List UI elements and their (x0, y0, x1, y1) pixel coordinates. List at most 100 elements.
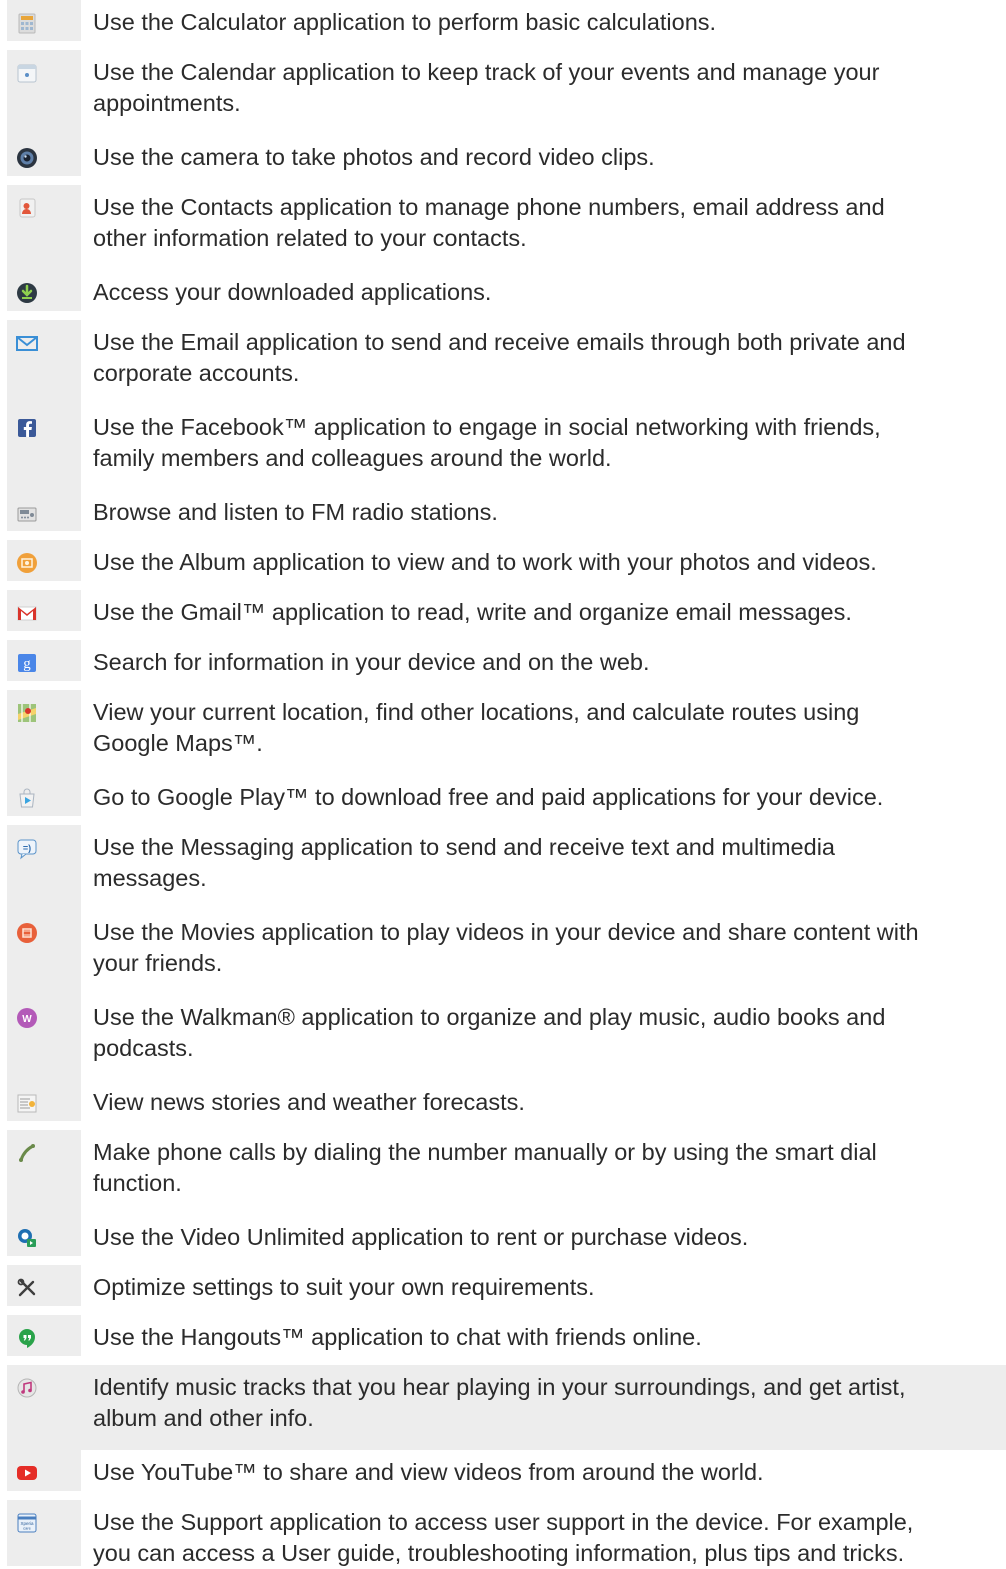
icon-cell (7, 1265, 81, 1306)
email-icon (14, 330, 40, 356)
fm-radio-icon (14, 500, 40, 526)
list-item: W Use the Walkman® application to organiz… (0, 995, 1006, 1080)
app-description: View news stories and weather forecasts. (93, 1089, 525, 1115)
gmail-icon (14, 600, 40, 626)
icon-cell: g (7, 640, 81, 681)
list-item: Use the camera to take photos and record… (0, 135, 1006, 176)
list-item: Use the Facebook™ application to engage … (0, 405, 1006, 490)
movies-icon (14, 920, 40, 946)
app-description: Identify music tracks that you hear play… (93, 1374, 906, 1431)
app-description: Make phone calls by dialing the number m… (93, 1139, 877, 1196)
app-description: Use the Facebook™ application to engage … (93, 414, 881, 471)
youtube-icon (14, 1460, 40, 1486)
svg-text:care: care (23, 1526, 32, 1531)
app-description: Use the Walkman® application to organize… (93, 1004, 886, 1061)
list-item: Use the Calculator application to perfor… (0, 0, 1006, 41)
list-item: Use the Movies application to play video… (0, 910, 1006, 995)
list-item: Use the Email application to send and re… (0, 320, 1006, 405)
app-description: Use the Contacts application to manage p… (93, 194, 885, 251)
icon-cell (7, 1315, 81, 1356)
app-description: Search for information in your device an… (93, 649, 650, 675)
app-description: Use the Album application to view and to… (93, 549, 877, 575)
app-description: Use the Support application to access us… (93, 1509, 914, 1566)
album-icon (14, 550, 40, 576)
list-item: Use the Hangouts™ application to chat wi… (0, 1315, 1006, 1356)
list-item: View news stories and weather forecasts. (0, 1080, 1006, 1121)
download-icon (14, 280, 40, 306)
icon-cell (7, 590, 81, 631)
support-icon: Xperia care (14, 1510, 40, 1536)
icon-cell (7, 775, 81, 816)
app-description: Optimize settings to suit your own requi… (93, 1274, 595, 1300)
svg-text:W: W (22, 1014, 32, 1025)
icon-cell (7, 1215, 81, 1256)
hangouts-icon (14, 1325, 40, 1351)
app-description: Access your downloaded applications. (93, 279, 492, 305)
calendar-icon (14, 60, 40, 86)
phone-icon (14, 1140, 40, 1166)
list-item: Use the Contacts application to manage p… (0, 185, 1006, 270)
icon-cell (7, 0, 81, 41)
app-description: Use the Messaging application to send an… (93, 834, 835, 891)
icon-cell (7, 135, 81, 176)
app-description: Use YouTube™ to share and view videos fr… (93, 1459, 764, 1485)
list-item: Access your downloaded applications. (0, 270, 1006, 311)
list-item: Identify music tracks that you hear play… (0, 1365, 1006, 1450)
list-item: Use the Album application to view and to… (0, 540, 1006, 581)
list-item: Use the Gmail™ application to read, writ… (0, 590, 1006, 631)
contacts-icon (14, 195, 40, 221)
icon-cell (7, 490, 81, 531)
app-description: Use the camera to take photos and record… (93, 144, 655, 170)
icon-cell (7, 540, 81, 581)
list-item: Go to Google Play™ to download free and … (0, 775, 1006, 816)
app-description: Use the Hangouts™ application to chat wi… (93, 1324, 702, 1350)
list-item: Use the Calendar application to keep tra… (0, 50, 1006, 135)
icon-cell (7, 910, 81, 995)
news-weather-icon (14, 1090, 40, 1116)
list-item: g Search for information in your device a… (0, 640, 1006, 681)
google-search-icon: g (14, 650, 40, 676)
list-item: =) Use the Messaging application to send … (0, 825, 1006, 910)
settings-icon (14, 1275, 40, 1301)
trackid-icon (14, 1375, 40, 1401)
video-unlimited-icon (14, 1225, 40, 1251)
icon-cell (7, 1080, 81, 1121)
list-item: Xperia care Use the Support application to… (0, 1500, 1006, 1566)
app-description: Use the Email application to send and re… (93, 329, 906, 386)
facebook-icon (14, 415, 40, 441)
svg-text:g: g (23, 656, 31, 672)
app-description: Use the Video Unlimited application to r… (93, 1224, 749, 1250)
play-store-icon (14, 785, 40, 811)
maps-icon (14, 700, 40, 726)
messaging-icon: =) (14, 835, 40, 861)
walkman-icon: W (14, 1005, 40, 1031)
icon-cell (7, 185, 81, 270)
icon-cell (7, 1450, 81, 1491)
list-item: Optimize settings to suit your own requi… (0, 1265, 1006, 1306)
camera-icon (14, 145, 40, 171)
icon-cell (7, 320, 81, 405)
icon-cell: W (7, 995, 81, 1080)
app-description: View your current location, find other l… (93, 699, 860, 756)
list-item: View your current location, find other l… (0, 690, 1006, 775)
app-description: Use the Calculator application to perfor… (93, 9, 717, 35)
app-description: Go to Google Play™ to download free and … (93, 784, 884, 810)
icon-cell (7, 690, 81, 775)
list-item: Use YouTube™ to share and view videos fr… (0, 1450, 1006, 1491)
app-description: Browse and listen to FM radio stations. (93, 499, 498, 525)
calculator-icon (14, 10, 40, 36)
icon-cell: Xperia care (7, 1500, 81, 1566)
svg-text:=): =) (23, 843, 31, 853)
icon-cell: =) (7, 825, 81, 910)
list-item: Browse and listen to FM radio stations. (0, 490, 1006, 531)
icon-cell (7, 1365, 81, 1450)
list-item: Use the Video Unlimited application to r… (0, 1215, 1006, 1256)
icon-cell (7, 50, 81, 135)
app-description: Use the Movies application to play video… (93, 919, 919, 976)
icon-cell (7, 405, 81, 490)
list-item: Make phone calls by dialing the number m… (0, 1130, 1006, 1215)
icon-cell (7, 270, 81, 311)
app-description: Use the Gmail™ application to read, writ… (93, 599, 852, 625)
app-description: Use the Calendar application to keep tra… (93, 59, 880, 116)
icon-cell (7, 1130, 81, 1215)
